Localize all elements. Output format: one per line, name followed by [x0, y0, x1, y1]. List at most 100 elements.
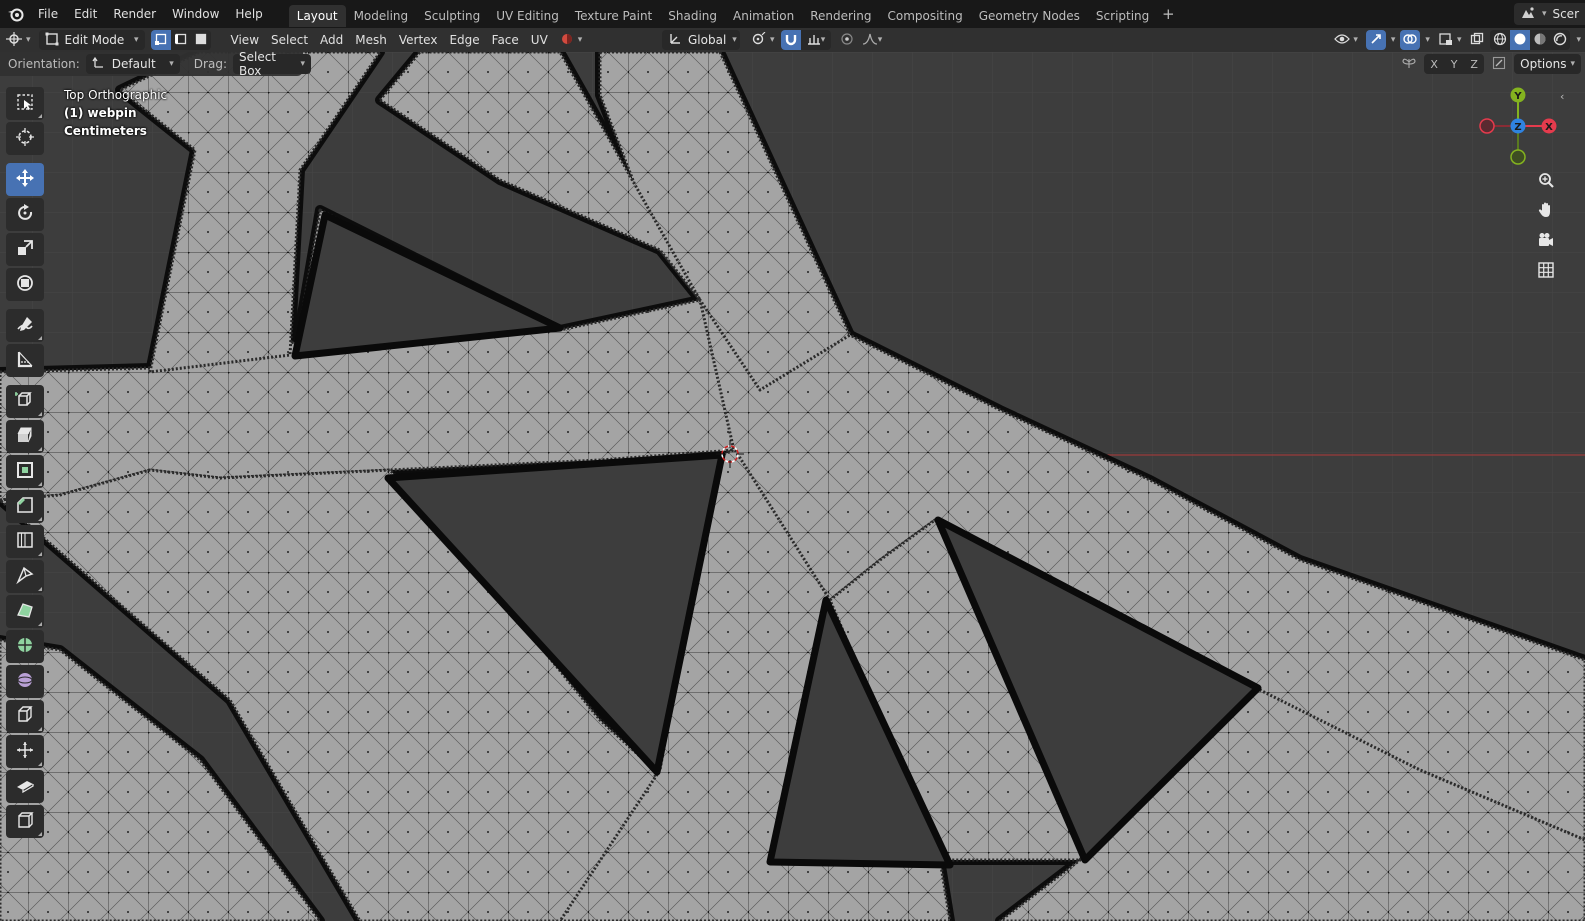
tool-rip-button[interactable]: [6, 805, 44, 838]
options-label: Options: [1520, 57, 1567, 71]
overlay-toggle-group: [1400, 30, 1421, 50]
tab-rendering[interactable]: Rendering: [802, 5, 879, 27]
scene-selector[interactable]: ▾ Scer: [1513, 3, 1585, 25]
tab-texture-paint[interactable]: Texture Paint: [567, 5, 660, 27]
pan-button[interactable]: [1533, 198, 1559, 224]
menu-window[interactable]: Window: [164, 0, 227, 28]
menu-uv[interactable]: UV: [525, 30, 554, 50]
tab-sculpting[interactable]: Sculpting: [416, 5, 488, 27]
mesh-canvas[interactable]: [0, 52, 1585, 921]
mirror-options-button[interactable]: [1398, 54, 1420, 74]
face-select-button[interactable]: [191, 30, 211, 50]
snap-toggle-button[interactable]: [781, 30, 801, 50]
tab-shading[interactable]: Shading: [660, 5, 725, 27]
tool-smooth-button[interactable]: [6, 665, 44, 698]
ortho-toggle-button[interactable]: [1533, 258, 1559, 284]
overlays-icon: [1403, 32, 1418, 49]
visibility-button[interactable]: ▾: [1328, 30, 1364, 50]
tab-uv-editing[interactable]: UV Editing: [488, 5, 567, 27]
snap-target-button[interactable]: ▾: [801, 30, 831, 50]
tab-compositing[interactable]: Compositing: [879, 5, 970, 27]
menu-face[interactable]: Face: [486, 30, 525, 50]
solid-shading-button[interactable]: [1510, 30, 1531, 50]
edge-select-button[interactable]: [171, 30, 191, 50]
gizmo-toggle-button[interactable]: [1365, 30, 1386, 50]
auto-merge-button[interactable]: [1488, 54, 1510, 74]
tool-rotate-button[interactable]: [6, 198, 44, 231]
tool-cursor-button[interactable]: [6, 122, 44, 155]
camera-view-button[interactable]: [1533, 228, 1559, 254]
gizmo-dropdown[interactable]: ▾: [1388, 30, 1399, 50]
mirror-z-button[interactable]: Z: [1464, 54, 1484, 74]
menu-select[interactable]: Select: [265, 30, 314, 50]
tool-shrink-fatten-button[interactable]: [6, 735, 44, 768]
zoom-button[interactable]: [1533, 168, 1559, 194]
mode-dropdown[interactable]: Edit Mode ▾: [38, 30, 145, 50]
tool-poly-build-button[interactable]: [6, 595, 44, 628]
tab-animation[interactable]: Animation: [725, 5, 802, 27]
options-dropdown[interactable]: Options ▾: [1514, 54, 1581, 74]
shading-dropdown[interactable]: ▾: [1572, 30, 1585, 50]
neg-y-axis-handle[interactable]: [1510, 149, 1526, 165]
proportional-edit-button[interactable]: [837, 30, 857, 50]
menu-file[interactable]: File: [30, 0, 66, 28]
select-box-icon: [15, 92, 35, 115]
navigation-gizmo[interactable]: Y X Z: [1478, 84, 1562, 168]
overlay-toggle-button[interactable]: [1400, 30, 1421, 50]
rendered-shading-button[interactable]: [1550, 30, 1570, 50]
tool-add-cube-button[interactable]: [6, 385, 44, 418]
tab-layout[interactable]: Layout: [288, 4, 346, 27]
blender-logo-icon[interactable]: [2, 0, 30, 28]
falloff-button[interactable]: ▾: [857, 30, 887, 50]
tool-scale-button[interactable]: [6, 233, 44, 266]
menu-help[interactable]: Help: [227, 0, 270, 28]
drag-dropdown[interactable]: Select Box ▾: [232, 50, 311, 78]
editor-type-icon: [6, 31, 22, 49]
tool-annotate-button[interactable]: [6, 309, 44, 342]
menu-edit[interactable]: Edit: [66, 0, 105, 28]
vertex-select-button[interactable]: [150, 30, 171, 50]
eye-icon: [1334, 33, 1351, 48]
sidebar-collapse-arrow[interactable]: ‹: [1560, 90, 1572, 106]
tool-measure-button[interactable]: [6, 344, 44, 377]
tool-move-button[interactable]: [6, 163, 44, 196]
tool-knife-button[interactable]: [6, 560, 44, 593]
tool-edge-slide-button[interactable]: [6, 700, 44, 733]
menu-vertex[interactable]: Vertex: [393, 30, 444, 50]
tool-inset-button[interactable]: [6, 455, 44, 488]
poly-build-icon: [15, 600, 35, 623]
tool-loop-cut-button[interactable]: [6, 525, 44, 558]
xray-toggle-button[interactable]: [1466, 30, 1488, 50]
neg-x-axis-handle[interactable]: [1479, 118, 1495, 134]
tool-transform-button[interactable]: [6, 268, 44, 301]
orientation-dropdown[interactable]: Default ▾: [85, 54, 180, 74]
material-shading-button[interactable]: [1530, 30, 1550, 50]
tab-scripting[interactable]: Scripting: [1088, 5, 1157, 27]
tab-modeling[interactable]: Modeling: [346, 5, 417, 27]
menu-view[interactable]: View: [225, 30, 265, 50]
menu-add[interactable]: Add: [314, 30, 349, 50]
tool-select-box-button[interactable]: [6, 87, 44, 120]
mesh-edit-overlay-button[interactable]: ▾: [1435, 30, 1465, 50]
attribute-color-button[interactable]: ▾: [554, 30, 589, 50]
wireframe-shading-button[interactable]: [1490, 30, 1510, 50]
transform-orientation-dropdown[interactable]: Global ▾: [662, 30, 740, 50]
menu-mesh[interactable]: Mesh: [349, 30, 393, 50]
menu-render[interactable]: Render: [105, 0, 164, 28]
butterfly-icon: [1402, 56, 1416, 73]
menu-edge[interactable]: Edge: [443, 30, 485, 50]
tool-variants-indicator: [38, 587, 42, 591]
tool-spin-button[interactable]: [6, 630, 44, 663]
mirror-x-button[interactable]: X: [1424, 54, 1444, 74]
snap-group: ▾: [781, 30, 831, 50]
tab-geometry-nodes[interactable]: Geometry Nodes: [971, 5, 1088, 27]
add-workspace-button[interactable]: +: [1157, 0, 1179, 28]
tool-shear-button[interactable]: [6, 770, 44, 803]
pivot-point-button[interactable]: ▾: [745, 30, 781, 50]
tool-bevel-button[interactable]: [6, 490, 44, 523]
mirror-y-button[interactable]: Y: [1444, 54, 1464, 74]
3d-viewport[interactable]: [0, 52, 1585, 921]
overlay-dropdown[interactable]: ▾: [1422, 30, 1433, 50]
tool-extrude-button[interactable]: [6, 420, 44, 453]
editor-type-button[interactable]: ▾: [0, 30, 37, 50]
